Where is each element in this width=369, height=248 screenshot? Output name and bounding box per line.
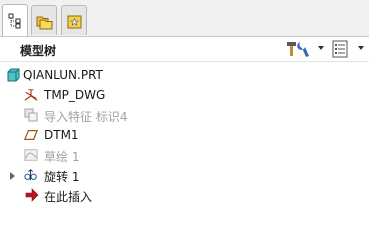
tree-item-label: QIANLUN.PRT [23, 68, 103, 82]
tree-item-label: 旋转 1 [44, 170, 80, 184]
chevron-down-icon [318, 46, 324, 50]
folder-browser-icon [36, 16, 53, 30]
part-icon [7, 68, 20, 82]
tree-item-part[interactable]: QIANLUN.PRT [0, 66, 369, 86]
tree-item-coordinate-system[interactable]: TMP_DWG [0, 86, 369, 106]
tree-item-label: TMP_DWG [44, 88, 106, 102]
model-tree-icon [8, 13, 21, 29]
revolve-icon [24, 169, 37, 181]
tab-favorites[interactable] [61, 5, 87, 35]
tree-item-label: 在此插入 [44, 190, 93, 204]
model-tree-header: 模型树 [0, 37, 369, 62]
tree-item-insert-here[interactable]: 在此插入 [0, 186, 369, 206]
tree-item-revolve[interactable]: 旋转 1 [0, 166, 369, 186]
tree-settings-icon [287, 42, 309, 57]
tree-item-label: 草绘 1 [44, 150, 80, 164]
tree-item-label: 导入特征 标识4 [44, 110, 128, 124]
datum-plane-icon [24, 130, 38, 140]
favorites-icon [67, 15, 82, 29]
insert-here-arrow-icon [25, 188, 39, 202]
tree-show-button[interactable] [331, 40, 367, 58]
import-feature-icon [24, 108, 38, 122]
tree-item-import-feature[interactable]: 导入特征 标识4 [0, 106, 369, 126]
sketch-icon [24, 149, 38, 161]
tree-show-icon [332, 40, 348, 58]
tab-folder-browser[interactable] [31, 5, 57, 35]
expand-arrow-icon[interactable] [10, 172, 15, 180]
tree-settings-button[interactable] [285, 40, 325, 58]
tree-item-sketch[interactable]: 草绘 1 [0, 146, 369, 166]
coordinate-system-icon [24, 89, 38, 101]
navigator-tab-strip [0, 0, 369, 37]
tab-model-tree[interactable] [2, 4, 28, 36]
tree-item-label: DTM1 [44, 128, 79, 142]
panel-title: 模型树 [20, 44, 57, 58]
chevron-down-icon [358, 46, 364, 50]
tree-item-datum-plane[interactable]: DTM1 [0, 126, 369, 146]
